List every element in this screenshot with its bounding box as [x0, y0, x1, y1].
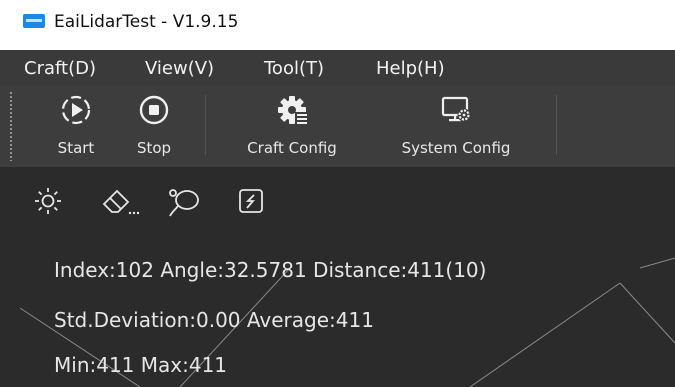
system-config-button[interactable]: System Config: [378, 89, 534, 161]
edit-box-icon[interactable]: [236, 186, 266, 216]
scan-info-line: Index:102 Angle:32.5781 Distance:411(10): [54, 258, 487, 282]
craft-config-label: Craft Config: [247, 139, 337, 157]
eraser-icon[interactable]: [100, 186, 140, 218]
stop-label: Stop: [136, 139, 172, 157]
stop-icon: [139, 95, 169, 125]
toolbar-separator: [205, 95, 206, 155]
start-button[interactable]: Start: [46, 89, 106, 161]
menu-view[interactable]: View(V): [145, 58, 214, 79]
menu-tool[interactable]: Tool(T): [264, 58, 324, 79]
start-label: Start: [57, 139, 95, 157]
monitor-gear-icon: [441, 96, 471, 122]
window-title: EaiLidarTest - V1.9.15: [54, 12, 239, 32]
craft-config-button[interactable]: Craft Config: [224, 89, 360, 161]
gear-list-icon: [278, 96, 308, 125]
system-config-label: System Config: [401, 139, 511, 157]
toolbar-grip[interactable]: [9, 91, 13, 161]
menu-help[interactable]: Help(H): [376, 58, 445, 79]
toolbar-separator: [556, 95, 557, 155]
statistics-line: Std.Deviation:0.00 Average:411: [54, 308, 374, 332]
lidar-view[interactable]: Index:102 Angle:32.5781 Distance:411(10)…: [0, 168, 675, 387]
title-bar: EaiLidarTest - V1.9.15: [0, 0, 675, 50]
play-icon: [61, 95, 91, 125]
toolbar: Start Stop Craft Config System Config: [0, 85, 675, 168]
brightness-icon[interactable]: [33, 186, 63, 216]
app-logo-icon: [23, 14, 45, 28]
menu-craft[interactable]: Craft(D): [24, 58, 96, 79]
stop-button[interactable]: Stop: [124, 89, 184, 161]
min-max-line: Min:411 Max:411: [54, 353, 228, 377]
lasso-icon[interactable]: [166, 186, 202, 218]
menu-bar: Craft(D) View(V) Tool(T) Help(H): [0, 50, 675, 85]
